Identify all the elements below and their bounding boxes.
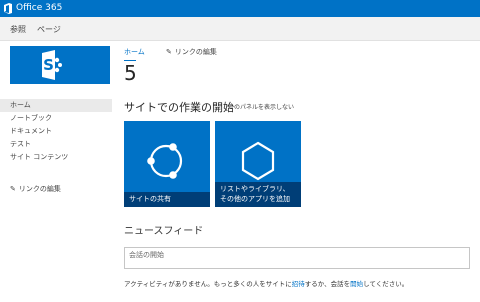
edit-links-top[interactable]: ✎ リンクの編集 xyxy=(166,48,217,57)
site-logo[interactable]: S xyxy=(10,46,110,84)
pencil-icon: ✎ xyxy=(10,185,16,193)
newsfeed-message-part3: してください。 xyxy=(363,280,409,288)
tab-browse[interactable]: 参照 xyxy=(10,25,26,34)
breadcrumb-home[interactable]: ホーム xyxy=(124,48,145,57)
suite-bar: Office 365 xyxy=(0,0,480,17)
quick-launch-item-home[interactable]: ホーム xyxy=(0,99,112,112)
newsfeed-title: ニュースフィード xyxy=(124,226,204,237)
invite-link[interactable]: 招待 xyxy=(292,280,305,288)
quick-launch-item-notebook[interactable]: ノートブック xyxy=(0,112,112,125)
edit-links-label: リンクの編集 xyxy=(174,48,217,56)
share-site-label: サイトの共有 xyxy=(124,192,210,207)
quick-launch-item-test[interactable]: テスト xyxy=(0,138,112,151)
office-logo-icon xyxy=(4,3,12,14)
ribbon: 参照 ページ xyxy=(0,17,480,41)
site-title: 5 xyxy=(124,61,137,85)
quick-launch-item-documents[interactable]: ドキュメント xyxy=(0,125,112,138)
add-app-tile[interactable]: リストやライブラリ、その他のアプリを追加 xyxy=(215,121,301,207)
edit-links-quick-launch[interactable]: ✎ リンクの編集 xyxy=(10,184,61,194)
tab-page[interactable]: ページ xyxy=(37,25,61,34)
quick-launch: ホーム ノートブック ドキュメント テスト サイト コンテンツ xyxy=(0,99,112,164)
add-app-label: リストやライブラリ、その他のアプリを追加 xyxy=(215,182,301,207)
edit-links-label: リンクの編集 xyxy=(18,185,61,193)
share-site-tile[interactable]: サイトの共有 xyxy=(124,121,210,207)
office-365-brand[interactable]: Office 365 xyxy=(16,2,62,15)
newsfeed-message-part1: アクティビティがありません。もっと多くの人をサイトに xyxy=(124,280,292,288)
sharepoint-logo-icon: S xyxy=(42,50,62,80)
newsfeed-message: アクティビティがありません。もっと多くの人をサイトに招待するか、会話を開始してく… xyxy=(124,280,408,289)
start-conversation-link[interactable]: 開始 xyxy=(350,280,363,288)
hide-panel-link[interactable]: このパネルを表示しない xyxy=(228,104,294,112)
pencil-icon: ✎ xyxy=(166,48,172,56)
svg-text:S: S xyxy=(43,56,54,74)
getting-started-title: サイトでの作業の開始 xyxy=(124,101,234,114)
quick-launch-item-site-contents[interactable]: サイト コンテンツ xyxy=(0,151,112,164)
start-conversation-input[interactable] xyxy=(124,247,470,269)
newsfeed-message-part2: するか、会話を xyxy=(304,280,351,288)
